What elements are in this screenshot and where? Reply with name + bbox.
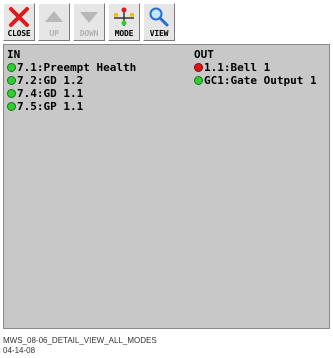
status-green-icon	[7, 89, 16, 98]
output-item: GC1:Gate Output 1	[194, 74, 317, 87]
outputs-header: OUT	[194, 48, 214, 61]
up-button-label: UP	[49, 29, 59, 38]
mode-button[interactable]: MODE	[108, 3, 140, 41]
inputs-column: IN 7.1:Preempt Health 7.2:GD 1.2 7.4:GD …	[7, 48, 136, 113]
down-button[interactable]: DOWN	[73, 3, 105, 41]
status-red-icon	[194, 63, 203, 72]
up-button[interactable]: UP	[38, 3, 70, 41]
input-item-label: 7.4:GD 1.1	[17, 87, 84, 100]
screen: CLOSE UP DOWN MODE VIEW IN 7.1:Preempt H…	[0, 0, 333, 358]
input-item: 7.4:GD 1.1	[7, 87, 136, 100]
caption-date: 04-14-08	[3, 346, 36, 355]
output-item-label: GC1:Gate Output 1	[204, 74, 317, 87]
view-button-label: VIEW	[149, 29, 169, 38]
io-status-panel: IN 7.1:Preempt Health 7.2:GD 1.2 7.4:GD …	[3, 44, 330, 329]
outputs-column: OUT 1.1:Bell 1 GC1:Gate Output 1	[194, 48, 317, 87]
toolbar: CLOSE UP DOWN MODE VIEW	[3, 3, 175, 41]
inputs-header: IN	[7, 48, 21, 61]
up-arrow-icon	[39, 5, 69, 29]
close-x-icon	[4, 5, 34, 29]
status-green-icon	[7, 76, 16, 85]
status-green-icon	[194, 76, 203, 85]
input-item-label: 7.1:Preempt Health	[17, 61, 137, 74]
output-item: 1.1:Bell 1	[194, 61, 317, 74]
view-button[interactable]: VIEW	[143, 3, 175, 41]
output-item-label: 1.1:Bell 1	[204, 61, 271, 74]
input-item: 7.2:GD 1.2	[7, 74, 136, 87]
down-arrow-icon	[74, 5, 104, 29]
caption-title: MWS_08-06_DETAIL_VIEW_ALL_MODES	[3, 336, 157, 345]
input-item: 7.1:Preempt Health	[7, 61, 136, 74]
input-item: 7.5:GP 1.1	[7, 100, 136, 113]
close-button-label: CLOSE	[7, 29, 31, 38]
input-item-label: 7.5:GP 1.1	[17, 100, 84, 113]
status-green-icon	[7, 102, 16, 111]
mode-button-label: MODE	[114, 29, 134, 38]
input-item-label: 7.2:GD 1.2	[17, 74, 84, 87]
down-button-label: DOWN	[79, 29, 99, 38]
screen-caption: MWS_08-06_DETAIL_VIEW_ALL_MODES 04-14-08	[3, 336, 157, 356]
magnifier-icon	[144, 5, 174, 29]
mode-signal-icon	[109, 5, 139, 29]
close-button[interactable]: CLOSE	[3, 3, 35, 41]
status-green-icon	[7, 63, 16, 72]
